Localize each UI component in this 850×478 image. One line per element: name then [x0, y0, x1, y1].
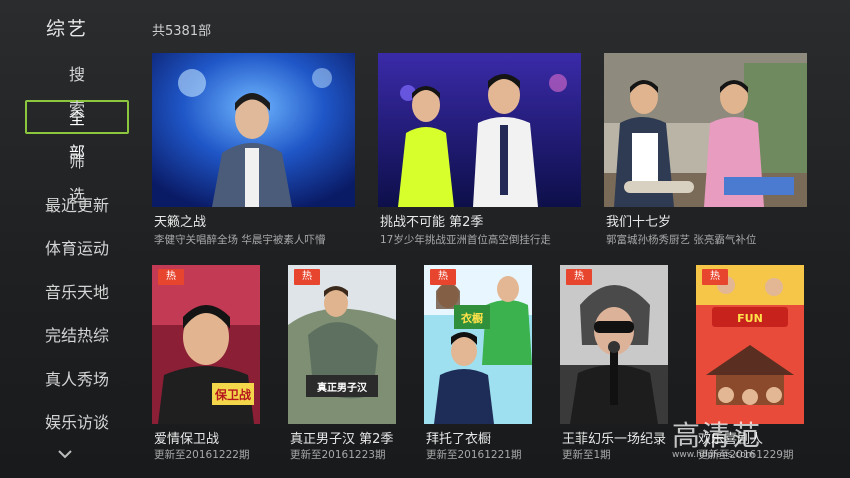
show-subtitle: 更新至20161222期 [154, 449, 250, 461]
show-subtitle: 李健守关唱醉全场 华晨宇被素人吓懵 [154, 234, 326, 246]
category-title: 综艺 [46, 18, 89, 40]
nav-talk[interactable]: 娱乐访谈 [25, 404, 129, 438]
show-thumbnail: 保卫战 [152, 265, 260, 424]
nav-reality[interactable]: 真人秀场 [25, 361, 129, 395]
show-thumbnail: 真正男子汉 [288, 265, 396, 424]
show-title: 我们十七岁 [606, 215, 672, 230]
show-thumbnail [378, 53, 581, 207]
show-title: 真正男子汉 第2季 [290, 432, 394, 447]
show-title: 爱情保卫战 [154, 432, 220, 447]
nav-recent[interactable]: 最近更新 [25, 187, 129, 221]
nav-music[interactable]: 音乐天地 [25, 274, 129, 308]
show-thumbnail [152, 53, 355, 207]
sidebar-nav: 搜索 全部 筛选 最近更新 体育运动 音乐天地 完结热综 真人秀场 娱乐访谈 [25, 56, 129, 448]
show-card[interactable]: 保卫战 热 爱情保卫战 更新至20161222期 [152, 265, 277, 465]
hot-badge: 热 [158, 269, 184, 285]
show-thumbnail [604, 53, 807, 207]
show-card[interactable]: 衣橱 热 拜托了衣橱 更新至20161221期 [424, 265, 549, 465]
show-card[interactable]: 热 王菲幻乐一场纪录 更新至1期 [560, 265, 685, 465]
show-card[interactable]: 挑战不可能 第2季 17岁少年挑战亚洲首位高空倒挂行走 [378, 53, 581, 248]
show-card[interactable]: 我们十七岁 郭富城孙杨秀厨艺 张亮霸气补位 [604, 53, 807, 248]
nav-all[interactable]: 全部 [25, 99, 129, 162]
hot-badge: 热 [294, 269, 320, 285]
nav-finished[interactable]: 完结热综 [25, 317, 129, 351]
hot-badge: 热 [566, 269, 592, 285]
poster-logo-text: 真正男子汉 [317, 381, 368, 394]
show-title: 拜托了衣橱 [426, 432, 492, 447]
show-card[interactable]: 真正男子汉 热 真正男子汉 第2季 更新至20161223期 [288, 265, 413, 465]
hot-badge: 热 [430, 269, 456, 285]
show-title: 天籁之战 [154, 215, 207, 230]
show-thumbnail [560, 265, 668, 424]
show-title: 挑战不可能 第2季 [380, 215, 484, 230]
show-thumbnail: FUN [696, 265, 804, 424]
show-title: 王菲幻乐一场纪录 [562, 432, 667, 447]
show-subtitle: 17岁少年挑战亚洲首位高空倒挂行走 [380, 234, 551, 246]
watermark-url: www.hdpfans.com [672, 450, 755, 460]
watermark: 高清范 www.hdpfans.com [672, 414, 762, 460]
show-subtitle: 郭富城孙杨秀厨艺 张亮霸气补位 [606, 234, 757, 246]
hot-badge: 热 [702, 269, 728, 285]
total-count: 共5381部 [152, 24, 212, 39]
chevron-down-icon[interactable] [57, 448, 73, 460]
watermark-logo: 高清范 [672, 419, 763, 452]
show-subtitle: 更新至20161221期 [426, 449, 522, 461]
nav-search[interactable]: 搜索 [25, 56, 129, 118]
poster-logo-text: 保卫战 [214, 387, 251, 402]
show-thumbnail: 衣橱 [424, 265, 532, 424]
nav-sports[interactable]: 体育运动 [25, 230, 129, 264]
show-card[interactable]: 天籁之战 李健守关唱醉全场 华晨宇被素人吓懵 [152, 53, 355, 248]
poster-logo-text: FUN [737, 312, 763, 325]
poster-logo-text: 衣橱 [461, 311, 483, 325]
nav-filter[interactable]: 筛选 [25, 143, 129, 205]
show-subtitle: 更新至20161223期 [290, 449, 386, 461]
show-subtitle: 更新至1期 [562, 449, 611, 461]
